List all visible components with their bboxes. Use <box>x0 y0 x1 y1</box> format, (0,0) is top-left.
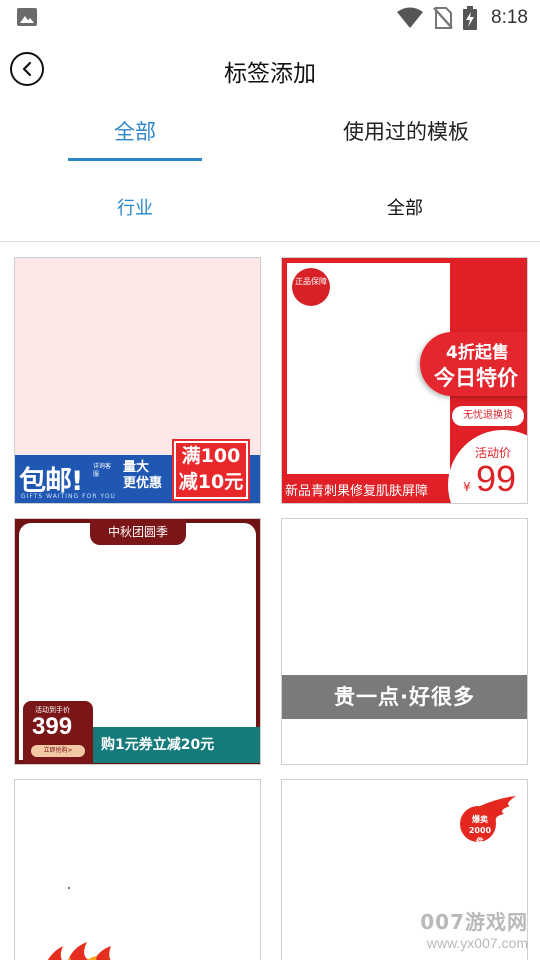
watermark-title: 007游戏网 <box>420 910 528 934</box>
template-slogan-line: 更优惠 <box>123 476 163 491</box>
template-discount-line: 减10元 <box>178 471 244 493</box>
template-card[interactable] <box>14 779 261 960</box>
tab-indicator <box>68 158 202 161</box>
template-seal: 正品保障 <box>292 268 330 306</box>
template-dot <box>68 887 70 889</box>
template-price: 399 <box>32 713 73 740</box>
tab-all[interactable]: 全部 <box>68 116 202 146</box>
template-card[interactable]: 包邮! 详询客服 量大 更优惠 GIFTS WAITING FOR YOU 满1… <box>14 257 261 504</box>
template-slogan: 量大 更优惠 <box>123 460 162 492</box>
template-slogan-line: 量大 <box>123 460 150 475</box>
template-card[interactable]: 正品保障 4折起售 今日特价 无忧退换货 活动价 ¥ 99 新品青刺果修复肌肤屏… <box>281 257 528 504</box>
template-badge-text: 爆卖2000件 <box>468 815 492 846</box>
template-promo-pill: 4折起售 今日特价 <box>420 332 527 396</box>
status-time: 8:18 <box>491 7 528 28</box>
template-discount-line: 满100 <box>181 445 241 467</box>
watermark: 007游戏网 www.yx007.com <box>420 906 528 951</box>
header: 标签添加 <box>0 36 540 104</box>
template-price: 99 <box>476 458 517 499</box>
template-card[interactable]: 中秋团圆季 活动到手价 399 立即抢购> 购1元券立减20元 <box>14 518 261 765</box>
page-title: 标签添加 <box>224 61 316 87</box>
wifi-icon <box>397 7 424 28</box>
tab-used-templates[interactable]: 使用过的模板 <box>300 116 512 146</box>
status-bar: 8:18 <box>0 0 540 36</box>
watermark-url: www.yx007.com <box>426 935 528 951</box>
battery-charging-icon <box>463 6 478 30</box>
template-cap: 中秋团圆季 <box>90 519 186 545</box>
template-subtext: GIFTS WAITING FOR YOU <box>21 493 116 500</box>
divider <box>0 241 540 242</box>
template-price-box: 活动到手价 399 立即抢购> <box>23 701 93 763</box>
template-currency: ¥ <box>463 480 471 494</box>
template-coupon-strip: 购1元券立减20元 <box>93 727 260 763</box>
template-promo-line: 今日特价 <box>434 366 518 390</box>
image-icon <box>17 8 37 26</box>
template-buy-button: 立即抢购> <box>31 745 85 757</box>
filter-bar: 行业 全部 <box>0 176 540 238</box>
no-sim-icon <box>433 7 453 29</box>
flame-icon <box>47 942 111 960</box>
template-tag: 无忧退换货 <box>452 406 524 426</box>
template-product-name: 新品青刺果修复肌肤屏障 <box>285 484 429 499</box>
tab-bar: 全部 使用过的模板 <box>0 104 540 166</box>
filter-industry[interactable]: 行业 <box>55 194 215 220</box>
filter-all[interactable]: 全部 <box>325 194 485 220</box>
template-band: 贵一点·好很多 <box>282 675 527 719</box>
status-icons: 8:18 <box>397 4 528 32</box>
template-note: 详询客服 <box>93 463 112 478</box>
template-promo-line: 4折起售 <box>446 343 509 363</box>
template-card[interactable]: 贵一点·好很多 <box>281 518 528 765</box>
template-discount-box: 满100 减10元 <box>172 439 250 501</box>
